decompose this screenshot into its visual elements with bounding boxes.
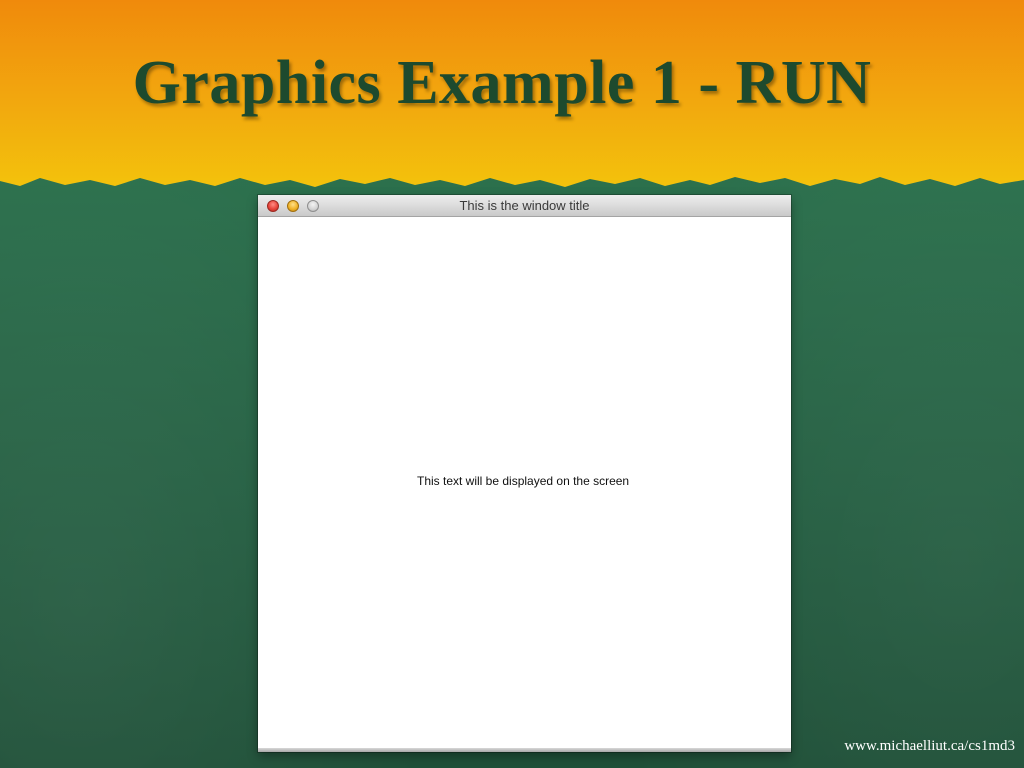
window-bottom-edge (258, 748, 791, 752)
app-window: This is the window title This text will … (258, 195, 791, 752)
footer-url: www.michaelliut.ca/cs1md3 (844, 738, 1015, 754)
window-content-area: This text will be displayed on the scree… (258, 217, 791, 748)
display-text: This text will be displayed on the scree… (417, 474, 630, 488)
slide-title: Graphics Example 1 - RUN (132, 49, 872, 117)
window-titlebar[interactable]: This is the window title (258, 195, 791, 217)
window-title: This is the window title (459, 198, 590, 213)
